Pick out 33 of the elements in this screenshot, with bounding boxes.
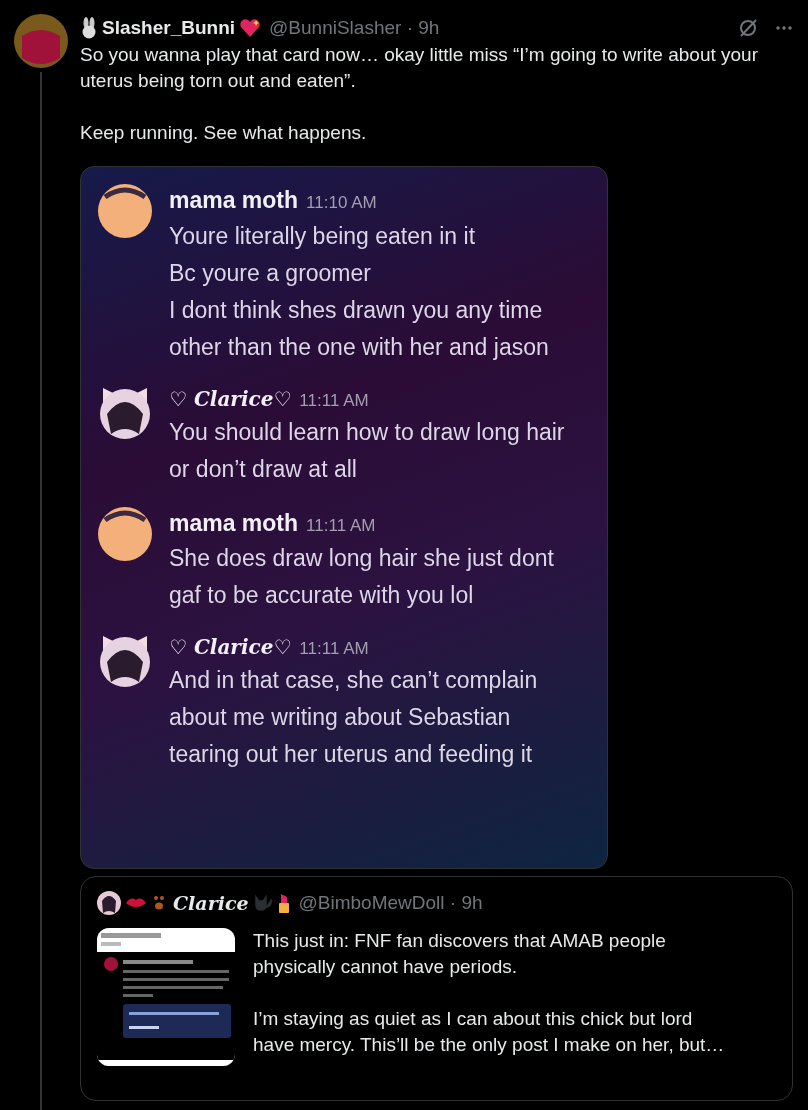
slashed-circle-icon[interactable]: [738, 18, 758, 38]
avatar-image: [97, 891, 121, 916]
chat-screenshot[interactable]: [80, 166, 608, 869]
author-name[interactable]: Slasher_Bunni: [102, 13, 236, 43]
author-handle[interactable]: @BunniSlasher · 9h: [269, 13, 440, 43]
rabbit-icon: [80, 17, 98, 39]
avatar-image: [97, 505, 153, 562]
chat-message: I dont think shes drawn you any time other than the one with her and jason: [169, 295, 550, 362]
chat-author: mama moth: [169, 509, 299, 536]
chat-time: 11:10 AM: [306, 193, 377, 212]
chat-message: Bc youre a groomer: [169, 258, 372, 288]
quoted-text: I’m staying as quiet as I can about this chick but lord have mercy. This’ll be the only post I make on her, but…: [253, 1006, 726, 1057]
chat-author: mama moth: [169, 187, 299, 213]
quoted-handle: @BimboMewDoll · 9h: [298, 891, 483, 915]
chat-time: 11:11 AM: [299, 639, 369, 658]
avatar-image: [97, 183, 153, 239]
chat-message: And in that case, she can’t complain about me writing about Sebastian tearing out her uterus and feeding it: [169, 666, 539, 769]
cat-icon: [252, 893, 273, 914]
chat-message: You should learn how to draw long hair or don’t draw at all: [169, 417, 566, 484]
chat-time: 11:11 AM: [299, 390, 369, 410]
quoted-author: Clarice: [173, 891, 249, 916]
quoted-text: This just in: FNF fan discovers that AMAB people physically cannot have periods.: [253, 928, 667, 979]
avatar-image[interactable]: [14, 14, 68, 68]
quoted-post[interactable]: [80, 876, 793, 1101]
chat-author: ♡ Clarice♡: [169, 635, 292, 659]
post-text: So you wanna play that card now… okay little miss “I’m going to write about your uterus being torn out and eaten”.: [80, 43, 759, 93]
lipstick-icon: [276, 892, 291, 915]
chat-author: ♡ Clarice♡: [169, 386, 292, 411]
heart-icon: [239, 18, 262, 38]
chat-message: She does draw long hair she just dont gaf to be accurate with you lol: [169, 544, 555, 610]
chat-message: Youre literally being eaten in it: [169, 221, 477, 251]
chat-time: 11:11 AM: [306, 515, 376, 535]
post-text: Keep running. See what happens.: [80, 121, 368, 145]
